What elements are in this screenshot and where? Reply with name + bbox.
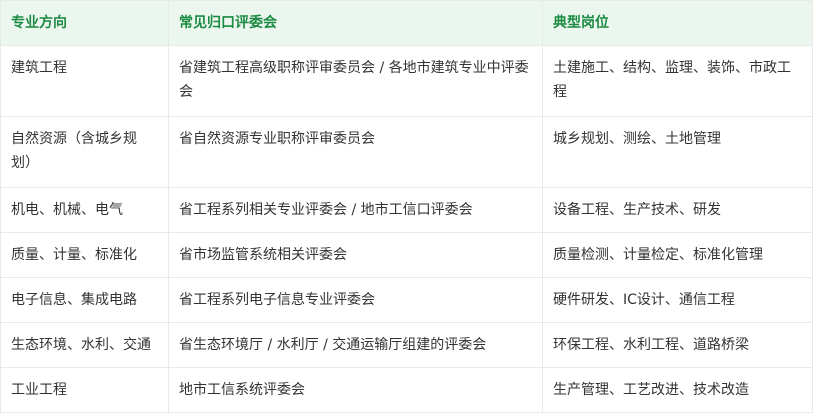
table-header: 专业方向 常见归口评委会 典型岗位 xyxy=(0,0,813,46)
cell-committee: 省市场监管系统相关评委会 xyxy=(168,232,543,278)
cell-direction: 生态环境、水利、交通 xyxy=(0,322,169,368)
table-row: 建筑工程 省建筑工程高级职称评审委员会 / 各地市建筑专业中评委会 土建施工、结… xyxy=(0,45,813,117)
cell-committee: 省生态环境厅 / 水利厅 / 交通运输厅组建的评委会 xyxy=(168,322,543,368)
cell-committee: 地市工信系统评委会 xyxy=(168,367,543,413)
header-row: 专业方向 常见归口评委会 典型岗位 xyxy=(0,0,813,46)
cell-positions: 环保工程、水利工程、道路桥梁 xyxy=(542,322,813,368)
cell-committee: 省工程系列电子信息专业评委会 xyxy=(168,277,543,323)
header-cell-committee: 常见归口评委会 xyxy=(168,0,543,46)
cell-committee: 省自然资源专业职称评审委员会 xyxy=(168,116,543,188)
table-row: 自然资源（含城乡规划） 省自然资源专业职称评审委员会 城乡规划、测绘、土地管理 xyxy=(0,116,813,188)
cell-direction: 电子信息、集成电路 xyxy=(0,277,169,323)
table-row: 生态环境、水利、交通 省生态环境厅 / 水利厅 / 交通运输厅组建的评委会 环保… xyxy=(0,322,813,368)
cell-positions: 城乡规划、测绘、土地管理 xyxy=(542,116,813,188)
header-cell-direction: 专业方向 xyxy=(0,0,169,46)
cell-direction: 工业工程 xyxy=(0,367,169,413)
header-cell-positions: 典型岗位 xyxy=(542,0,813,46)
cell-direction: 建筑工程 xyxy=(0,45,169,117)
cell-direction: 自然资源（含城乡规划） xyxy=(0,116,169,188)
professional-direction-table: 专业方向 常见归口评委会 典型岗位 建筑工程 省建筑工程高级职称评审委员会 / … xyxy=(0,0,813,413)
table-row: 电子信息、集成电路 省工程系列电子信息专业评委会 硬件研发、IC设计、通信工程 xyxy=(0,277,813,323)
table-body: 建筑工程 省建筑工程高级职称评审委员会 / 各地市建筑专业中评委会 土建施工、结… xyxy=(0,45,813,413)
table-row: 工业工程 地市工信系统评委会 生产管理、工艺改进、技术改造 xyxy=(0,367,813,413)
cell-direction: 质量、计量、标准化 xyxy=(0,232,169,278)
cell-direction: 机电、机械、电气 xyxy=(0,187,169,233)
cell-positions: 硬件研发、IC设计、通信工程 xyxy=(542,277,813,323)
cell-positions: 质量检测、计量检定、标准化管理 xyxy=(542,232,813,278)
table-row: 机电、机械、电气 省工程系列相关专业评委会 / 地市工信口评委会 设备工程、生产… xyxy=(0,187,813,233)
cell-positions: 设备工程、生产技术、研发 xyxy=(542,187,813,233)
cell-committee: 省建筑工程高级职称评审委员会 / 各地市建筑专业中评委会 xyxy=(168,45,543,117)
table-row: 质量、计量、标准化 省市场监管系统相关评委会 质量检测、计量检定、标准化管理 xyxy=(0,232,813,278)
cell-positions: 土建施工、结构、监理、装饰、市政工程 xyxy=(542,45,813,117)
cell-committee: 省工程系列相关专业评委会 / 地市工信口评委会 xyxy=(168,187,543,233)
cell-positions: 生产管理、工艺改进、技术改造 xyxy=(542,367,813,413)
